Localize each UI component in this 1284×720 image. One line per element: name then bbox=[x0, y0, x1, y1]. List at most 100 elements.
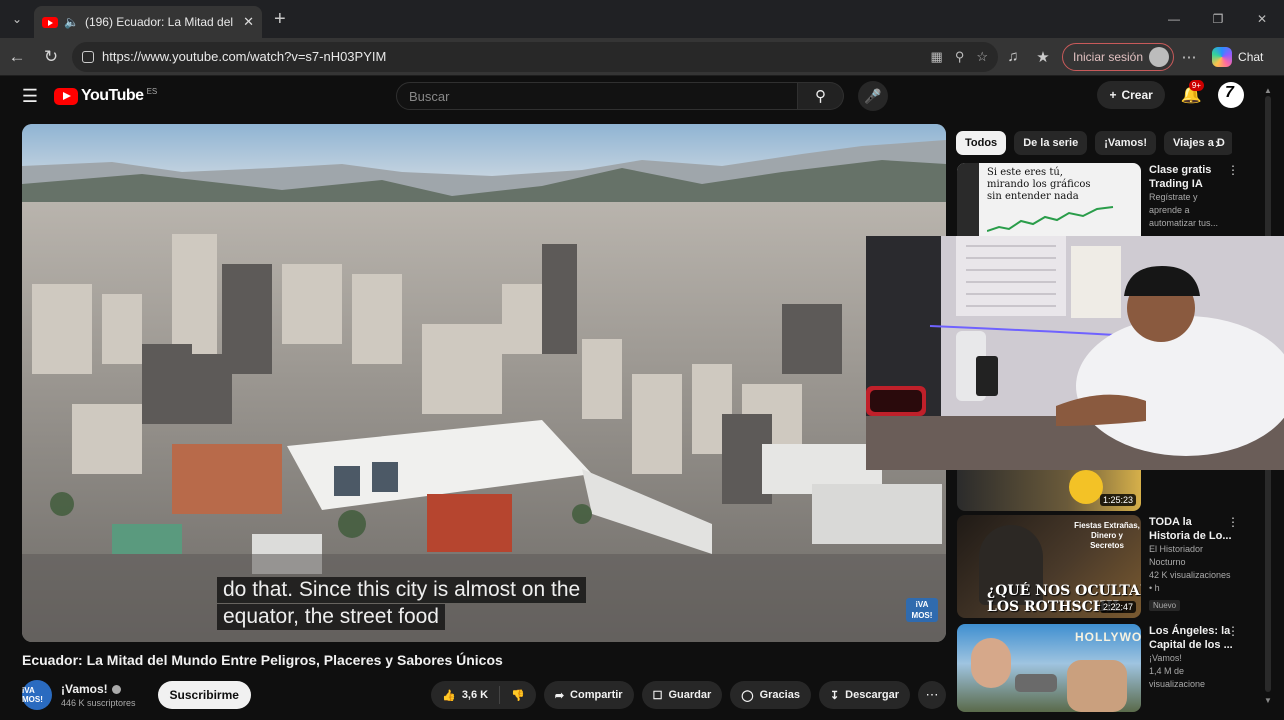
related-filter-chips: Todos De la serie ¡Vamos! Viajes a D bbox=[956, 131, 1232, 155]
search-button[interactable]: ⚲ bbox=[798, 82, 844, 110]
channel-avatar[interactable]: iVA MOS! bbox=[22, 680, 52, 710]
rec-views: 42 K visualizaciones • h bbox=[1149, 570, 1231, 593]
search-input[interactable] bbox=[396, 82, 798, 110]
media-control-icon[interactable]: ♫ bbox=[998, 48, 1028, 65]
kebab-menu-icon[interactable]: ⋮ bbox=[1227, 515, 1239, 529]
thumb-text: sin entender nada bbox=[987, 191, 1079, 202]
like-count: 3,6 K bbox=[461, 689, 489, 701]
country-code: ES bbox=[146, 86, 158, 96]
caption-line: do that. Since this city is almost on th… bbox=[217, 577, 587, 603]
create-label: Crear bbox=[1121, 88, 1153, 102]
share-label: Compartir bbox=[570, 689, 623, 701]
chip-de-la-serie[interactable]: De la serie bbox=[1014, 131, 1088, 155]
thumb-text: HOLLYWOOD bbox=[1075, 630, 1141, 644]
app-available-icon[interactable]: ▦ bbox=[931, 49, 943, 65]
restore-icon[interactable]: ❐ bbox=[1196, 0, 1240, 38]
chip-vamos[interactable]: ¡Vamos! bbox=[1095, 131, 1157, 155]
youtube-logo[interactable]: YouTube ES bbox=[54, 87, 157, 105]
subscribe-button[interactable]: Suscribirme bbox=[157, 681, 251, 709]
rec-title[interactable]: TODA la bbox=[1149, 515, 1233, 529]
rec-title[interactable]: Los Ángeles: la bbox=[1149, 624, 1233, 638]
speaker-icon[interactable]: 🔈 bbox=[64, 15, 79, 29]
voice-search-button[interactable]: 🎤 bbox=[858, 81, 888, 111]
url-text[interactable]: https://www.youtube.com/watch?v=s7-nH03P… bbox=[102, 49, 923, 64]
thumb-text: Si este eres tú, bbox=[987, 167, 1063, 178]
rec-title[interactable]: Trading IA bbox=[1149, 177, 1233, 191]
minimize-icon[interactable]: — bbox=[1152, 0, 1196, 38]
address-bar[interactable]: https://www.youtube.com/watch?v=s7-nH03P… bbox=[72, 41, 998, 72]
thumb-text: Dinero y Secretos bbox=[1090, 531, 1124, 550]
share-arrow-icon: ➦ bbox=[554, 689, 565, 702]
channel-name[interactable]: ¡Vamos! bbox=[61, 682, 108, 696]
recommendation-item[interactable]: Fiestas Extrañas, Dinero y Secretos ¿QUÉ… bbox=[957, 515, 1239, 618]
screen: ⌄ 🔈 (196) Ecuador: La Mitad del M ✕ + — … bbox=[0, 0, 1284, 720]
recommendation-item[interactable]: HOLLYWOOD Los Ángeles: la Capital de los… bbox=[957, 624, 1239, 712]
notifications-button[interactable]: 🔔 9+ bbox=[1181, 80, 1204, 105]
like-button[interactable]: 👍 3,6 K bbox=[431, 681, 499, 709]
scroll-up-icon[interactable]: ▲ bbox=[1264, 86, 1272, 95]
video-thumbnail[interactable]: HOLLYWOOD bbox=[957, 624, 1141, 712]
chat-label: Chat bbox=[1238, 49, 1264, 64]
rec-title[interactable]: Capital de los ... bbox=[1149, 638, 1233, 652]
caption-line: equator, the street food bbox=[217, 604, 445, 630]
chip-viajes[interactable]: Viajes a D bbox=[1164, 131, 1232, 155]
video-thumbnail[interactable]: Fiestas Extrañas, Dinero y Secretos ¿QUÉ… bbox=[957, 515, 1141, 618]
kebab-menu-icon[interactable]: ⋮ bbox=[1227, 624, 1239, 638]
download-label: Descargar bbox=[845, 689, 899, 701]
thumbs-up-icon: 👍 bbox=[442, 689, 456, 702]
create-button[interactable]: + Crear bbox=[1097, 81, 1165, 109]
rec-views: 1,4 M de visualizacione bbox=[1149, 666, 1206, 689]
video-duration: 2:22:47 bbox=[1099, 601, 1136, 613]
favorite-star-icon[interactable]: ☆ bbox=[976, 49, 988, 65]
chip-todos[interactable]: Todos bbox=[956, 131, 1007, 155]
close-window-icon[interactable]: ✕ bbox=[1240, 0, 1284, 38]
video-player[interactable]: do that. Since this city is almost on th… bbox=[22, 124, 946, 642]
youtube-play-icon bbox=[54, 87, 78, 105]
stock-chart-graphic bbox=[987, 206, 1114, 232]
thumb-text: Fiestas Extrañas, bbox=[1074, 521, 1140, 530]
tab-list-chevron-icon[interactable]: ⌄ bbox=[0, 0, 34, 38]
favorites-icon[interactable]: ★ bbox=[1028, 48, 1058, 66]
close-tab-icon[interactable]: ✕ bbox=[243, 14, 254, 30]
rec-title[interactable]: Clase gratis bbox=[1149, 163, 1233, 177]
thumb-car bbox=[1015, 674, 1057, 692]
thumb-portrait bbox=[971, 638, 1011, 688]
reload-icon[interactable]: ↻ bbox=[34, 38, 68, 76]
like-dislike-group: 👍 3,6 K 👎 bbox=[431, 681, 536, 709]
save-button[interactable]: ☐ Guardar bbox=[641, 681, 723, 709]
thanks-button[interactable]: ◯ Gracias bbox=[730, 681, 811, 709]
search-bar: ⚲ 🎤 bbox=[396, 81, 888, 111]
rec-channel[interactable]: ¡Vamos! bbox=[1149, 652, 1233, 665]
channel-watermark[interactable]: iVA MOS! bbox=[906, 598, 938, 622]
browser-tab-active[interactable]: 🔈 (196) Ecuador: La Mitad del M ✕ bbox=[34, 6, 262, 38]
search-icon: ⚲ bbox=[815, 88, 826, 105]
more-actions-icon[interactable]: ⋯ bbox=[918, 681, 946, 709]
more-options-icon[interactable]: ⋯ bbox=[1174, 48, 1204, 66]
webcam-feed-graphic bbox=[866, 236, 1284, 470]
share-button[interactable]: ➦ Compartir bbox=[543, 681, 634, 709]
window-controls: — ❐ ✕ bbox=[1152, 0, 1284, 38]
rec-channel[interactable]: El Historiador Nocturno bbox=[1149, 543, 1233, 569]
copilot-chat-button[interactable]: Chat bbox=[1212, 46, 1264, 67]
youtube-favicon-icon bbox=[42, 16, 58, 28]
download-icon: ↧ bbox=[829, 689, 840, 702]
signin-button[interactable]: Iniciar sesión bbox=[1062, 42, 1175, 71]
signin-label: Iniciar sesión bbox=[1073, 49, 1144, 64]
verified-check-icon bbox=[111, 684, 121, 694]
video-duration: 1:25:23 bbox=[1099, 494, 1136, 506]
scroll-down-icon[interactable]: ▼ bbox=[1264, 696, 1272, 705]
account-avatar[interactable] bbox=[1218, 82, 1244, 108]
new-tab-icon[interactable]: + bbox=[274, 8, 286, 31]
kebab-menu-icon[interactable]: ⋮ bbox=[1227, 163, 1239, 177]
zoom-icon[interactable]: ⚲ bbox=[955, 49, 965, 65]
rec-title[interactable]: Historia de Lo... bbox=[1149, 529, 1233, 543]
notification-count-badge: 9+ bbox=[1188, 80, 1204, 91]
guide-menu-icon[interactable]: ☰ bbox=[6, 86, 54, 107]
back-arrow-icon[interactable]: ← bbox=[0, 38, 34, 76]
download-button[interactable]: ↧ Descargar bbox=[818, 681, 910, 709]
thanks-dollar-icon: ◯ bbox=[741, 689, 754, 702]
site-info-icon[interactable] bbox=[82, 50, 94, 63]
dislike-button[interactable]: 👎 bbox=[500, 681, 536, 709]
chevron-right-icon[interactable]: › bbox=[1215, 135, 1220, 152]
tab-title: (196) Ecuador: La Mitad del M bbox=[84, 15, 238, 29]
